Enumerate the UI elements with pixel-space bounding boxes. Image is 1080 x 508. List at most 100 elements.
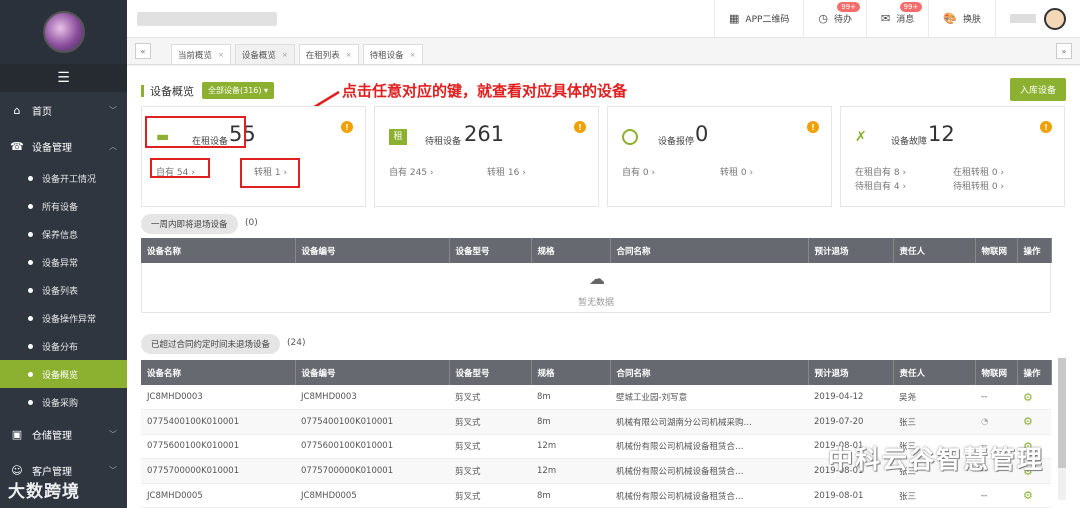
tab-scroll-left-button[interactable]: « bbox=[135, 43, 151, 59]
sidebar-subitem-label: 设备操作异常 bbox=[42, 314, 97, 325]
card-rented[interactable]: ▬ 在租设备 55 ! 自有 54 › 转租 1 › bbox=[141, 106, 366, 207]
tab-label: 在租列表 bbox=[305, 50, 340, 61]
table-cell: 2019-08-01 bbox=[808, 483, 893, 508]
column-header: 规格 bbox=[531, 238, 611, 263]
user-menu[interactable] bbox=[995, 0, 1080, 37]
card-idle[interactable]: 租 待租设备 261 ! 自有 245 › 转租 16 › bbox=[374, 106, 599, 207]
tab-label: 待租设备 bbox=[369, 50, 404, 61]
clock-icon: ◷ bbox=[818, 12, 829, 25]
qr-code-button[interactable]: ▦ APP二维码 bbox=[714, 0, 803, 37]
menu-toggle-icon[interactable]: ☰ bbox=[0, 64, 127, 92]
card-suspended[interactable]: 设备报停 0 ! 自有 0 › 转租 0 › bbox=[607, 106, 832, 207]
sidebar-subitem-label: 设备列表 bbox=[42, 286, 79, 297]
sidebar-subitem[interactable]: 所有设备 bbox=[0, 192, 127, 220]
gear-icon[interactable]: ⚙ bbox=[1023, 489, 1033, 502]
bullet-icon bbox=[28, 343, 33, 349]
sidebar-item-home[interactable]: ⌂ 首页 ﹀ bbox=[0, 92, 127, 128]
close-icon[interactable]: × bbox=[218, 51, 224, 59]
annotation-box bbox=[150, 158, 210, 178]
card-sub-rented-owned[interactable]: 在租自有 8 › bbox=[855, 165, 906, 178]
tab-label: 当前概览 bbox=[178, 50, 213, 61]
table-cell: 2019-07-20 bbox=[808, 409, 893, 435]
skin-label: 换肤 bbox=[962, 15, 981, 25]
qr-code-icon: ▦ bbox=[729, 12, 740, 25]
table-cell: 吴尧 bbox=[893, 385, 975, 411]
todo-button[interactable]: ◷ 待办 99+ bbox=[803, 0, 866, 37]
column-header: 责任人 bbox=[893, 238, 976, 263]
close-icon[interactable]: × bbox=[346, 51, 352, 59]
close-icon[interactable]: × bbox=[282, 51, 288, 59]
scrollbar-thumb[interactable] bbox=[1058, 358, 1066, 468]
message-label: 消息 bbox=[896, 15, 915, 25]
sidebar-subitem[interactable]: 设备开工情况 bbox=[0, 164, 127, 192]
bullet-icon bbox=[28, 175, 33, 181]
sidebar-subitem[interactable]: 设备列表 bbox=[0, 276, 127, 304]
device-filter-dropdown[interactable]: 全部设备(316) ▾ bbox=[202, 82, 275, 99]
tab-rental-list[interactable]: 在租列表 × bbox=[298, 44, 359, 64]
bullet-icon bbox=[28, 231, 33, 237]
card-fault[interactable]: ✗ 设备故障 12 ! 在租自有 8 › 在租转租 0 › 待租自有 4 › 待… bbox=[840, 106, 1065, 207]
card-sub-idle-sublet[interactable]: 待租转租 0 › bbox=[953, 179, 1004, 192]
sidebar-subitem[interactable]: 设备操作异常 bbox=[0, 304, 127, 332]
column-header: 预计退场 bbox=[808, 238, 894, 263]
card-value: 261 bbox=[464, 122, 505, 146]
tab-idle-devices[interactable]: 待租设备 × bbox=[362, 44, 423, 64]
column-header: 操作 bbox=[1017, 360, 1052, 385]
sidebar-subitem[interactable]: 保养信息 bbox=[0, 220, 127, 248]
card-sub-idle-owned[interactable]: 待租自有 4 › bbox=[855, 179, 906, 192]
bullet-icon bbox=[28, 203, 33, 209]
empty-state: ☁ 暂无数据 bbox=[141, 263, 1051, 313]
sidebar-item-warehouse[interactable]: ▣ 仓储管理 ﹀ bbox=[0, 416, 127, 452]
sidebar-subitem[interactable]: 设备分布 bbox=[0, 332, 127, 360]
table-cell: 剪叉式 bbox=[449, 458, 531, 484]
tab-label: 设备概览 bbox=[241, 50, 276, 61]
sidebar-subitem[interactable]: 设备概览 bbox=[0, 360, 127, 388]
card-sub-sublet[interactable]: 转租 0 › bbox=[720, 165, 753, 178]
tab-scroll-right-button[interactable]: » bbox=[1056, 43, 1072, 59]
avatar[interactable] bbox=[42, 11, 85, 53]
user-avatar[interactable] bbox=[1044, 7, 1066, 30]
add-device-button[interactable]: 入库设备 bbox=[1009, 78, 1066, 101]
home-icon: ⌂ bbox=[13, 103, 21, 117]
close-icon[interactable]: × bbox=[410, 51, 416, 59]
sidebar-item-device-management[interactable]: ☎ 设备管理 ︿ bbox=[0, 128, 127, 164]
skin-button[interactable]: 🎨 换肤 bbox=[928, 0, 995, 37]
table-cell: 0775700000K010001 bbox=[141, 458, 295, 484]
sidebar: ☰ ⌂ 首页 ﹀ ☎ 设备管理 ︿ 设备开工情况 所有设备 保养信息 设备异常设备列表… bbox=[0, 0, 127, 508]
annotation-text: 点击任意对应的键，就查看对应具体的设备 bbox=[342, 82, 628, 100]
card-sub-sublet[interactable]: 转租 16 › bbox=[487, 165, 526, 178]
card-sub-owned[interactable]: 自有 245 › bbox=[389, 165, 434, 178]
todo-label: 待办 bbox=[834, 15, 853, 25]
table-cell: 8m bbox=[531, 385, 610, 411]
table-row[interactable]: JC8MHD0005 JC8MHD0005 剪叉式 8m 机械份有限公司机械设备租赁合…… bbox=[141, 483, 1051, 508]
gear-icon[interactable]: ⚙ bbox=[1023, 415, 1033, 428]
bullet-icon bbox=[28, 399, 33, 405]
column-header: 责任人 bbox=[893, 360, 976, 385]
card-sub-owned[interactable]: 自有 0 › bbox=[622, 165, 655, 178]
chevron-down-icon: ﹀ bbox=[109, 429, 117, 439]
bullet-icon bbox=[28, 315, 33, 321]
chevron-up-icon: ︿ bbox=[109, 141, 117, 151]
tab-device-overview[interactable]: 设备概览 × bbox=[234, 44, 295, 64]
overdue-table: 设备名称 设备编号 设备型号 规格 合同名称 预计退场 责任人 物联网 操作 JC8MHD000… bbox=[141, 360, 1052, 508]
sidebar-subitem[interactable]: 设备采购 bbox=[0, 388, 127, 416]
blurred-title bbox=[137, 11, 277, 26]
message-button[interactable]: ✉ 消息 99+ bbox=[866, 0, 928, 37]
column-header: 设备名称 bbox=[141, 360, 296, 385]
section-overdue-count: (24) bbox=[287, 338, 306, 348]
column-header: 操作 bbox=[1017, 238, 1052, 263]
sidebar-subitem[interactable]: 设备异常 bbox=[0, 248, 127, 276]
gear-icon[interactable]: ⚙ bbox=[1023, 391, 1033, 404]
table-row[interactable]: 0775400100K010001 0775400100K010001 剪叉式 8m 机… bbox=[141, 409, 1051, 435]
tab-current-overview[interactable]: 当前概览 × bbox=[171, 44, 231, 64]
table-row[interactable]: JC8MHD0003 JC8MHD0003 剪叉式 8m 壁城工业园-刘写意 2019-0… bbox=[141, 385, 1051, 411]
card-sub-rented-sublet[interactable]: 在租转租 0 › bbox=[953, 165, 1004, 178]
column-header: 物联网 bbox=[975, 238, 1018, 263]
section-upcoming-count: (0) bbox=[245, 218, 258, 228]
card-label: 设备报停 bbox=[658, 137, 695, 147]
column-header: 设备编号 bbox=[295, 238, 450, 263]
table-cell: -- bbox=[975, 385, 1017, 411]
table-cell: JC8MHD0003 bbox=[141, 385, 295, 411]
dropdown-value: 全部设备(316) bbox=[208, 86, 262, 95]
warning-icon: ! bbox=[807, 121, 819, 133]
